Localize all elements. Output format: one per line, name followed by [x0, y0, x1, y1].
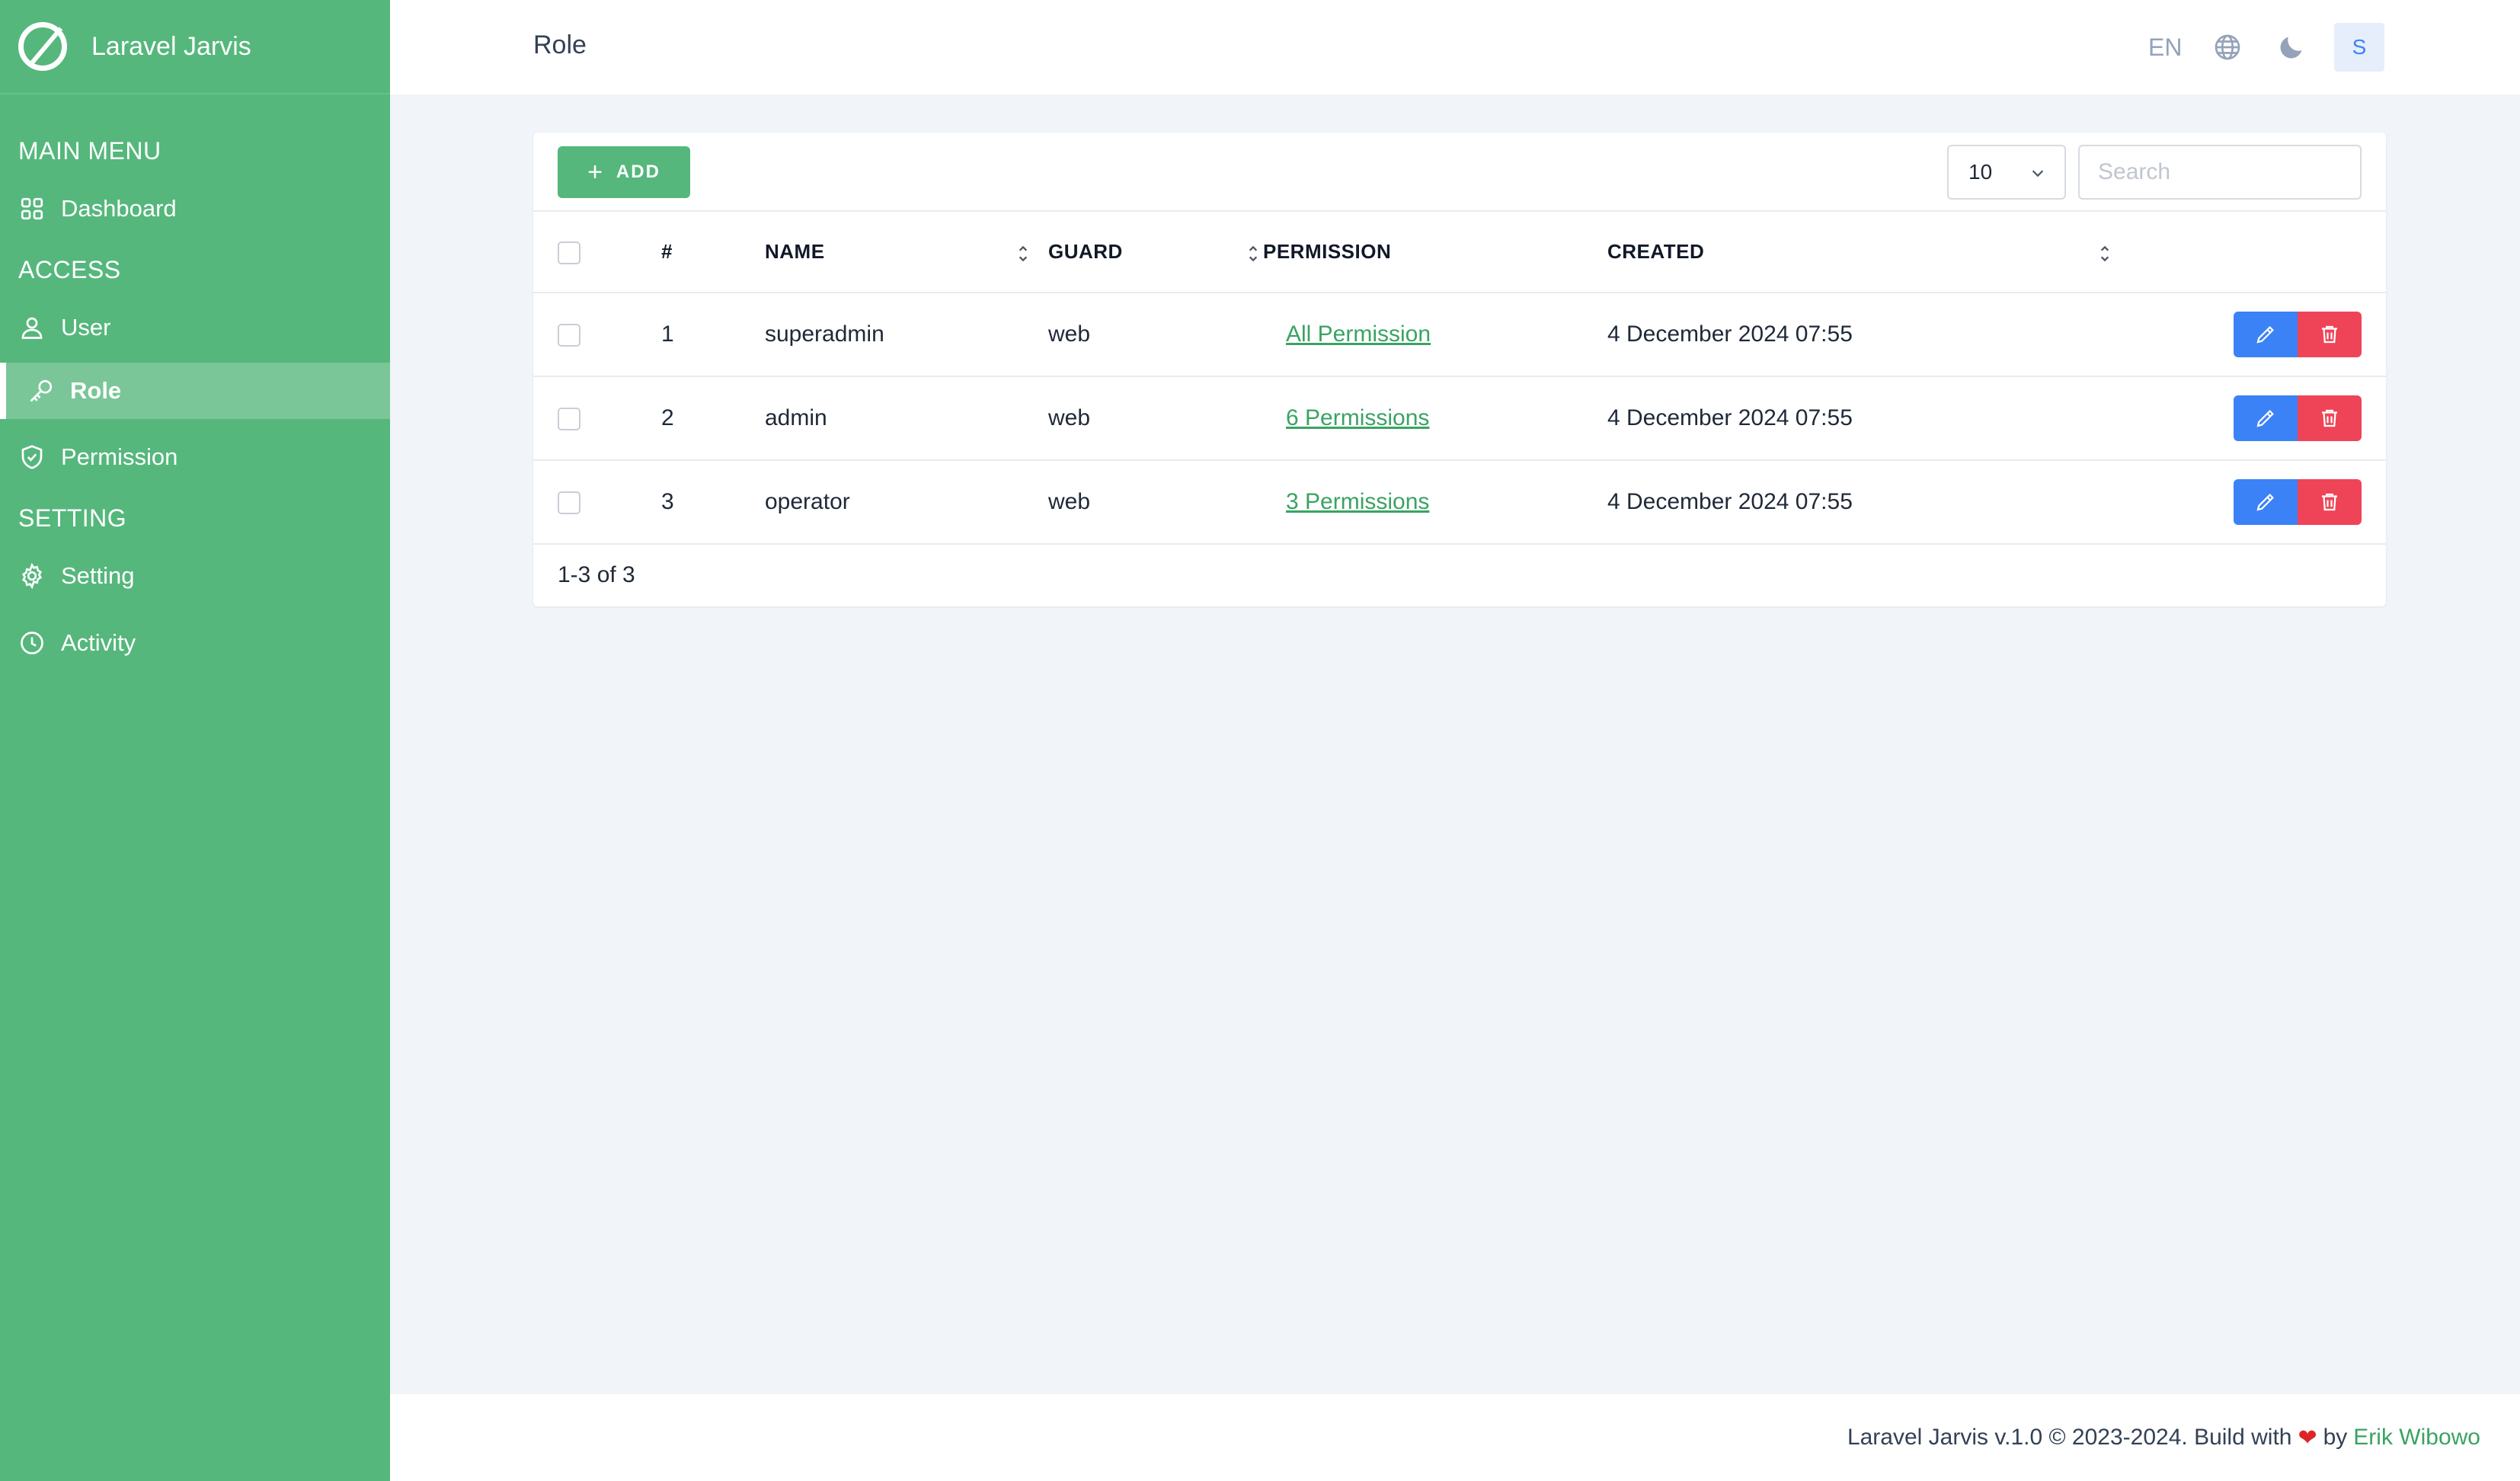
- footer-text: Laravel Jarvis v.1.0 © 2023-2024. Build …: [1847, 1425, 2292, 1450]
- table-row: 2 admin web 6 Permissions 4 December 202…: [533, 376, 2386, 460]
- table-header-row: # NAME GUARD PERMISSION CREATED: [533, 212, 2386, 293]
- pencil-icon: [2256, 410, 2274, 427]
- role-name: superadmin: [765, 321, 884, 347]
- page-title: Role: [533, 30, 587, 59]
- key-icon: [30, 379, 53, 402]
- sidebar-item-label: User: [61, 314, 111, 341]
- created-date: 4 December 2024 07:55: [1607, 321, 1853, 347]
- sort-icon[interactable]: [1016, 244, 1030, 264]
- sidebar-item-user[interactable]: User: [0, 296, 390, 360]
- sidebar-item-label: Activity: [61, 629, 136, 656]
- language-indicator[interactable]: EN: [2148, 34, 2182, 62]
- row-checkbox[interactable]: [558, 324, 580, 347]
- sidebar-item-setting[interactable]: Setting: [0, 544, 390, 608]
- row-index: 2: [661, 405, 674, 430]
- row-actions: [2121, 479, 2386, 525]
- edit-button[interactable]: [2234, 395, 2298, 441]
- row-index: 3: [661, 489, 674, 514]
- pencil-icon: [2256, 494, 2274, 511]
- search-input[interactable]: [2078, 145, 2362, 200]
- table-row: 1 superadmin web All Permission 4 Decemb…: [533, 293, 2386, 376]
- role-name: admin: [765, 405, 827, 430]
- trash-icon: [2322, 493, 2337, 511]
- sidebar-item-label: Setting: [61, 562, 135, 589]
- sort-icon[interactable]: [1246, 244, 1260, 264]
- row-actions: [2121, 312, 2386, 357]
- role-guard: web: [1048, 321, 1091, 347]
- created-date: 4 December 2024 07:55: [1607, 405, 1853, 430]
- section-title-setting: SETTING: [18, 504, 127, 532]
- sidebar-item-permission[interactable]: Permission: [0, 425, 390, 489]
- trash-icon: [2322, 409, 2337, 427]
- per-page-select[interactable]: 10: [1947, 145, 2066, 200]
- role-table: # NAME GUARD PERMISSION CREATED 1 supera…: [533, 212, 2386, 545]
- table-row: 3 operator web 3 Permissions 4 December …: [533, 460, 2386, 544]
- row-actions: [2121, 395, 2386, 441]
- per-page-value: 10: [1968, 160, 1993, 184]
- sidebar-item-dashboard[interactable]: Dashboard: [0, 177, 390, 241]
- sidebar-item-role[interactable]: Role: [0, 363, 390, 419]
- created-date: 4 December 2024 07:55: [1607, 489, 1853, 514]
- edit-button[interactable]: [2234, 312, 2298, 357]
- sidebar-item-activity[interactable]: Activity: [0, 611, 390, 675]
- section-title-main-menu: MAIN MENU: [18, 137, 161, 165]
- sidebar: Laravel Jarvis MAIN MENU Dashboard ACCES…: [0, 0, 390, 1481]
- add-button[interactable]: + ADD: [558, 146, 690, 198]
- pagination-summary: 1-3 of 3: [558, 562, 635, 587]
- trash-icon: [2322, 325, 2337, 344]
- moon-icon[interactable]: [2276, 32, 2307, 62]
- edit-button[interactable]: [2234, 479, 2298, 525]
- column-header-created-label: CREATED: [1607, 240, 1705, 263]
- sidebar-item-label: Permission: [61, 443, 178, 470]
- delete-button[interactable]: [2298, 395, 2362, 441]
- clock-icon: [21, 632, 43, 654]
- column-header-index: #: [661, 240, 673, 263]
- sidebar-item-label: Role: [70, 377, 122, 404]
- author-link[interactable]: Erik Wibowo: [2353, 1425, 2480, 1451]
- column-header-permission: PERMISSION: [1263, 240, 1392, 263]
- column-header-guard[interactable]: GUARD: [1048, 212, 1263, 293]
- sidebar-item-label: Dashboard: [61, 195, 177, 222]
- pencil-icon: [2256, 326, 2274, 344]
- logo-icon: [18, 22, 67, 71]
- row-checkbox[interactable]: [558, 491, 580, 515]
- page-footer: Laravel Jarvis v.1.0 © 2023-2024. Build …: [390, 1394, 2520, 1481]
- permission-link[interactable]: All Permission: [1286, 321, 1431, 347]
- role-name: operator: [765, 489, 850, 514]
- column-header-name-label: NAME: [765, 240, 825, 263]
- role-guard: web: [1048, 489, 1091, 514]
- card-toolbar: + ADD 10: [533, 133, 2386, 212]
- delete-button[interactable]: [2298, 312, 2362, 357]
- grid-icon: [21, 197, 43, 220]
- permission-link[interactable]: 6 Permissions: [1286, 405, 1429, 430]
- permission-link[interactable]: 3 Permissions: [1286, 489, 1429, 514]
- footer-by: by: [2323, 1425, 2348, 1450]
- shield-check-icon: [21, 445, 43, 469]
- top-bar: Role EN S: [390, 0, 2520, 94]
- column-header-name[interactable]: NAME: [765, 212, 1048, 293]
- row-checkbox[interactable]: [558, 408, 580, 431]
- app-name: Laravel Jarvis: [91, 31, 251, 61]
- row-index: 1: [661, 321, 674, 347]
- chevron-down-icon: [2032, 170, 2044, 178]
- add-button-label: ADD: [616, 162, 660, 182]
- delete-button[interactable]: [2298, 479, 2362, 525]
- brand[interactable]: Laravel Jarvis: [0, 0, 390, 94]
- heart-icon: ❤: [2298, 1425, 2317, 1451]
- sort-icon[interactable]: [2098, 244, 2112, 264]
- role-table-card: + ADD 10 # NAME: [533, 133, 2386, 606]
- section-title-access: ACCESS: [18, 256, 121, 283]
- role-guard: web: [1048, 405, 1091, 430]
- column-header-created[interactable]: CREATED: [1607, 212, 2121, 293]
- select-all-checkbox[interactable]: [558, 241, 580, 264]
- user-icon: [21, 317, 43, 339]
- avatar[interactable]: S: [2334, 23, 2384, 72]
- globe-icon[interactable]: [2212, 32, 2243, 62]
- gear-icon: [21, 562, 43, 590]
- column-header-guard-label: GUARD: [1048, 240, 1123, 263]
- plus-icon: +: [587, 158, 603, 187]
